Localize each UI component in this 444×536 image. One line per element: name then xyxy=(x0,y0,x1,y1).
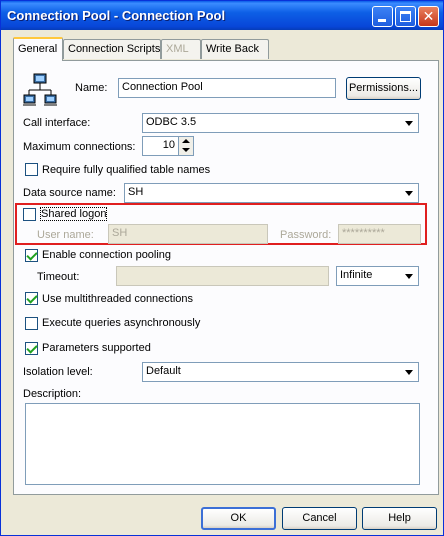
user-name-input[interactable]: SH xyxy=(108,224,268,244)
timeout-input[interactable] xyxy=(116,266,329,286)
multithreaded-label: Use multithreaded connections xyxy=(42,293,194,305)
timeout-label: Timeout: xyxy=(37,271,80,283)
maximize-icon xyxy=(400,11,411,22)
minimize-button[interactable] xyxy=(372,6,393,27)
params-supported-checkbox[interactable] xyxy=(25,342,38,355)
name-input[interactable]: Connection Pool xyxy=(118,78,336,98)
max-connections-input[interactable]: 10 xyxy=(142,136,179,156)
max-connections-label: Maximum connections: xyxy=(23,141,136,153)
name-label: Name: xyxy=(75,82,108,94)
window-title: Connection Pool - Connection Pool xyxy=(7,8,226,23)
spin-up-icon[interactable] xyxy=(182,139,190,143)
data-source-value: SH xyxy=(128,186,144,198)
tab-connection-scripts[interactable]: Connection Scripts xyxy=(63,39,161,59)
description-textarea[interactable] xyxy=(25,403,420,485)
permissions-button[interactable]: Permissions... xyxy=(346,77,421,100)
description-label: Description: xyxy=(23,388,82,400)
tab-write-back[interactable]: Write Back xyxy=(201,39,269,59)
require-qualified-label: Require fully qualified table names xyxy=(42,164,211,176)
call-interface-label: Call interface: xyxy=(23,117,91,129)
chevron-down-icon[interactable] xyxy=(401,268,417,284)
chevron-down-icon[interactable] xyxy=(401,185,417,201)
timeout-unit-select[interactable]: Infinite xyxy=(336,266,419,286)
close-icon: ✕ xyxy=(422,8,435,24)
enable-pooling-label: Enable connection pooling xyxy=(42,249,172,261)
network-icon xyxy=(23,73,57,106)
spin-down-icon[interactable] xyxy=(182,148,190,152)
minimize-icon xyxy=(378,19,386,22)
cancel-button[interactable]: Cancel xyxy=(282,507,357,530)
isolation-label: Isolation level: xyxy=(23,366,93,378)
data-source-select[interactable]: SH xyxy=(124,183,419,203)
shared-logon-checkbox[interactable] xyxy=(23,208,36,221)
timeout-unit-value: Infinite xyxy=(340,269,373,281)
isolation-select[interactable]: Default xyxy=(142,362,419,382)
tab-general[interactable]: General xyxy=(13,37,63,61)
call-interface-select[interactable]: ODBC 3.5 xyxy=(142,113,419,133)
password-label: Password: xyxy=(280,229,332,241)
close-button[interactable]: ✕ xyxy=(418,6,439,27)
shared-logon-label: Shared logon xyxy=(39,207,108,221)
enable-pooling-checkbox[interactable] xyxy=(25,249,38,262)
password-input[interactable]: ********** xyxy=(338,224,421,244)
params-supported-label: Parameters supported xyxy=(42,342,151,354)
help-button[interactable]: Help xyxy=(362,507,437,530)
data-source-label: Data source name: xyxy=(23,187,116,199)
multithreaded-checkbox[interactable] xyxy=(25,292,38,305)
chevron-down-icon[interactable] xyxy=(401,115,417,131)
async-checkbox[interactable] xyxy=(25,317,38,330)
user-name-label: User name: xyxy=(37,229,94,241)
max-connections-spinner[interactable] xyxy=(178,136,194,156)
tab-xml: XML xyxy=(161,39,201,59)
maximize-button[interactable] xyxy=(395,6,416,27)
require-qualified-checkbox[interactable] xyxy=(25,163,38,176)
async-label: Execute queries asynchronously xyxy=(42,317,201,329)
ok-button[interactable]: OK xyxy=(201,507,276,530)
call-interface-value: ODBC 3.5 xyxy=(146,116,197,128)
isolation-value: Default xyxy=(146,365,181,377)
title-bar[interactable]: Connection Pool - Connection Pool ✕ xyxy=(1,1,443,30)
chevron-down-icon[interactable] xyxy=(401,364,417,380)
connection-pool-dialog: Connection Pool - Connection Pool ✕ Gene… xyxy=(0,0,444,536)
